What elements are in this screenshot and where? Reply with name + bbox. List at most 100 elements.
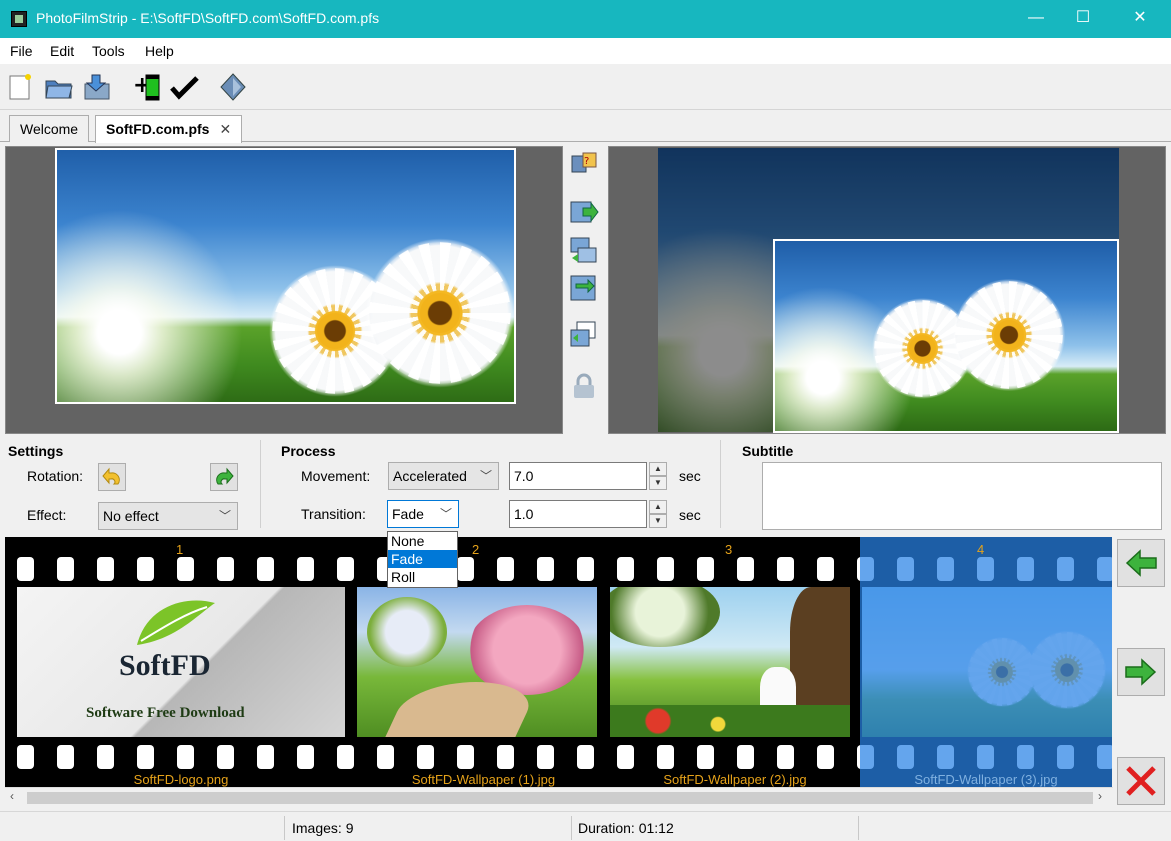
- menu-help[interactable]: Help: [145, 43, 174, 59]
- transition-option-roll[interactable]: Roll: [388, 568, 457, 586]
- save-project-icon[interactable]: [82, 72, 112, 102]
- filmstrip-scrollbar[interactable]: ‹ ›: [5, 787, 1113, 807]
- chevron-down-icon: ﹀: [218, 509, 231, 523]
- film-perforation: [457, 557, 474, 581]
- scroll-right-icon[interactable]: ›: [1098, 789, 1102, 803]
- subtitle-textarea[interactable]: [762, 462, 1162, 530]
- movement-select[interactable]: Accelerated ﹀: [388, 462, 499, 490]
- move-left-button[interactable]: [1117, 539, 1165, 587]
- lock-icon[interactable]: [569, 372, 599, 402]
- app-icon: [11, 11, 27, 27]
- film-perforation: [137, 745, 154, 769]
- frame-number: 1: [176, 542, 184, 557]
- movement-duration-spinner[interactable]: ▲ ▼: [649, 462, 667, 490]
- film-perforation: [657, 557, 674, 581]
- movement-label: Movement:: [301, 468, 371, 484]
- set-start-end-icon[interactable]: ?: [569, 150, 599, 180]
- spin-up-icon[interactable]: ▲: [649, 500, 667, 514]
- menu-file[interactable]: File: [10, 43, 33, 59]
- transition-option-fade[interactable]: Fade: [388, 550, 457, 568]
- film-perforation: [817, 745, 834, 769]
- spin-down-icon[interactable]: ▼: [649, 514, 667, 528]
- spin-up-icon[interactable]: ▲: [649, 462, 667, 476]
- end-crop-rect[interactable]: [773, 239, 1119, 433]
- transition-option-none[interactable]: None: [388, 532, 457, 550]
- film-perforation: [177, 557, 194, 581]
- film-perforation: [577, 745, 594, 769]
- film-perforation: [17, 557, 34, 581]
- film-perforation: [57, 557, 74, 581]
- film-perforation: [337, 745, 354, 769]
- scroll-left-icon[interactable]: ‹: [10, 789, 14, 803]
- tab-close-icon[interactable]: ✕: [219, 121, 231, 137]
- selected-frame-highlight: [860, 537, 1112, 787]
- frame-thumbnail[interactable]: [357, 587, 597, 737]
- tab-welcome[interactable]: Welcome: [9, 115, 90, 142]
- copy-icon[interactable]: [569, 236, 599, 266]
- minimize-button[interactable]: —: [1013, 0, 1059, 38]
- preview-icon[interactable]: [218, 72, 248, 102]
- chevron-down-icon: ﹀: [439, 507, 452, 521]
- start-crop-rect[interactable]: [55, 148, 516, 404]
- film-perforation: [537, 557, 554, 581]
- toolbar: +: [0, 64, 1171, 110]
- svg-text:?: ?: [584, 156, 589, 167]
- move-right-icon: [1125, 658, 1157, 686]
- new-project-icon[interactable]: [6, 72, 36, 102]
- close-window-button[interactable]: ✕: [1117, 0, 1163, 38]
- swap-icon[interactable]: [569, 274, 599, 304]
- logo-leaf-icon: [137, 600, 215, 645]
- frame-number: 4: [977, 542, 985, 557]
- render-icon[interactable]: [170, 72, 200, 102]
- spin-down-icon[interactable]: ▼: [649, 476, 667, 490]
- settings-title: Settings: [8, 443, 64, 459]
- tab-bar: Welcome SoftFD.com.pfs ✕: [0, 110, 1171, 143]
- duration: Duration: 01:12: [578, 820, 674, 836]
- rotate-right-button[interactable]: [210, 463, 238, 491]
- film-perforation: [217, 557, 234, 581]
- effect-select[interactable]: No effect ﹀: [98, 502, 238, 530]
- transition-duration-input[interactable]: 1.0: [509, 500, 647, 528]
- import-pictures-icon[interactable]: +: [133, 72, 163, 102]
- effect-label: Effect:: [27, 507, 67, 523]
- scrollbar-thumb[interactable]: [27, 792, 1093, 804]
- window-title: PhotoFilmStrip - E:\SoftFD\SoftFD.com\So…: [36, 10, 380, 26]
- effect-value: No effect: [103, 508, 159, 524]
- film-perforation: [217, 745, 234, 769]
- film-perforation: [777, 557, 794, 581]
- status-bar: Images: 9 Duration: 01:12: [0, 811, 1171, 841]
- film-perforation: [497, 557, 514, 581]
- maximize-button[interactable]: ☐: [1060, 0, 1106, 38]
- film-perforation: [457, 745, 474, 769]
- transition-select[interactable]: Fade ﹀: [387, 500, 459, 528]
- movement-duration-input[interactable]: 7.0: [509, 462, 647, 490]
- menu-bar: File Edit Tools Help: [0, 38, 1171, 64]
- subtitle-copy-icon[interactable]: [569, 320, 599, 350]
- subtitle-title: Subtitle: [742, 443, 794, 459]
- film-perforation: [97, 557, 114, 581]
- frame-filename: SoftFD-Wallpaper (1).jpg: [411, 772, 556, 787]
- menu-tools[interactable]: Tools: [92, 43, 125, 59]
- film-perforation: [337, 557, 354, 581]
- film-perforation: [137, 557, 154, 581]
- film-perforation: [697, 557, 714, 581]
- rotate-left-button[interactable]: [98, 463, 126, 491]
- move-right-button[interactable]: [1117, 648, 1165, 696]
- film-perforation: [297, 745, 314, 769]
- film-perforation: [257, 557, 274, 581]
- film-perforation: [257, 745, 274, 769]
- move-right-icon[interactable]: [569, 198, 599, 228]
- transition-duration-spinner[interactable]: ▲ ▼: [649, 500, 667, 528]
- frame-thumbnail[interactable]: [610, 587, 850, 737]
- delete-button[interactable]: [1117, 757, 1165, 805]
- open-project-icon[interactable]: [44, 72, 74, 102]
- film-perforation: [497, 745, 514, 769]
- menu-edit[interactable]: Edit: [50, 43, 74, 59]
- movement-value: Accelerated: [393, 468, 467, 484]
- frame-thumbnail[interactable]: SoftFD Software Free Download: [17, 587, 345, 737]
- frame-filename: SoftFD-logo.png: [133, 772, 229, 787]
- frame-number: 2: [472, 542, 480, 557]
- frame-number: 3: [725, 542, 733, 557]
- film-perforation: [617, 557, 634, 581]
- tab-project[interactable]: SoftFD.com.pfs ✕: [95, 115, 243, 143]
